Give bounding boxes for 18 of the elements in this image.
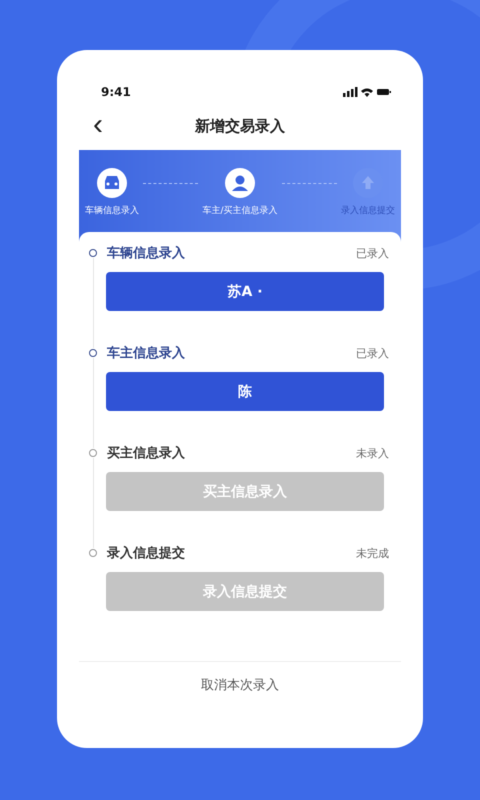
status-icons xyxy=(343,87,391,97)
section-title: 买主信息录入 xyxy=(107,444,186,462)
section-title: 车辆信息录入 xyxy=(107,244,186,262)
back-button[interactable]: ‹ xyxy=(89,110,107,140)
section-status: 已录入 xyxy=(356,346,389,360)
section-status: 已录入 xyxy=(356,246,389,260)
section-status: 未录入 xyxy=(356,446,389,460)
cancel-button[interactable]: 取消本次录入 xyxy=(193,672,287,698)
entry-button[interactable]: 苏A · xyxy=(106,272,384,311)
step-label: 车辆信息录入 xyxy=(85,204,139,217)
entry-button[interactable]: 陈 xyxy=(106,372,384,411)
section-status: 未完成 xyxy=(356,546,389,560)
status-time: 9:41 xyxy=(101,85,131,99)
step-label: 车主/买主信息录入 xyxy=(202,204,278,217)
section-title: 车主信息录入 xyxy=(107,344,186,362)
page-title: 新增交易录入 xyxy=(195,116,285,136)
section-title: 录入信息提交 xyxy=(107,544,186,562)
step-label: 录入信息提交 xyxy=(341,204,396,217)
